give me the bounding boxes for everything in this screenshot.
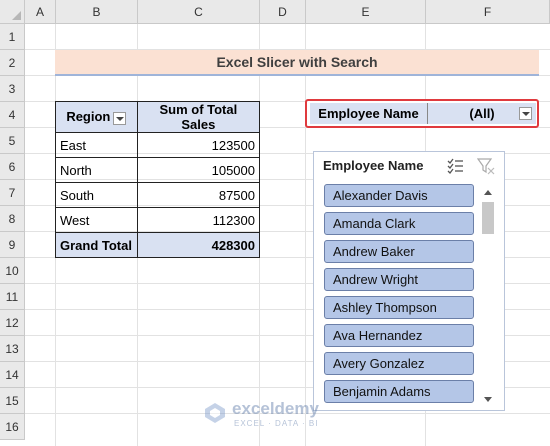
pivot-header-label: Region	[66, 109, 111, 125]
sales-cell[interactable]: 87500	[136, 182, 261, 208]
slicer-item[interactable]: Andrew Baker	[324, 240, 474, 263]
column-header-e[interactable]: E	[306, 0, 426, 24]
row-header[interactable]: 1	[0, 24, 25, 50]
row-label: 4	[8, 107, 16, 122]
column-header-a[interactable]: A	[25, 0, 56, 24]
row-label: 5	[8, 133, 16, 148]
row-label: 10	[5, 263, 19, 278]
row-header[interactable]: 13	[0, 336, 25, 362]
row-header[interactable]: 16	[0, 414, 25, 440]
row-header[interactable]: 6	[0, 154, 25, 180]
slicer-item[interactable]: Ava Hernandez	[324, 324, 474, 347]
employee-slicer[interactable]: Employee Name Alexander Davis Amanda Cla…	[313, 151, 505, 411]
pivot-header-sales[interactable]: Sum of Total Sales	[136, 101, 261, 133]
column-label: C	[194, 4, 203, 19]
row-header[interactable]: 12	[0, 310, 25, 336]
scroll-up-arrow-icon[interactable]	[484, 190, 492, 195]
row-label: 6	[8, 159, 16, 174]
column-label: D	[278, 4, 287, 19]
table-row: North 105000	[55, 157, 261, 183]
table-row: West 112300	[55, 207, 261, 233]
row-label: 15	[5, 393, 19, 408]
slicer-scrollbar[interactable]	[481, 186, 495, 404]
pivot-header-row: Region Sum of Total Sales	[55, 101, 261, 133]
row-label: 12	[5, 315, 19, 330]
row-header[interactable]: 9	[0, 232, 25, 258]
column-header-f[interactable]: F	[426, 0, 550, 24]
select-all-corner[interactable]	[0, 0, 25, 24]
slicer-item[interactable]: Ashley Thompson	[324, 296, 474, 319]
grand-total-label[interactable]: Grand Total	[55, 232, 138, 258]
grand-total-value[interactable]: 428300	[136, 232, 261, 258]
row-header[interactable]: 7	[0, 180, 25, 206]
scroll-down-arrow-icon[interactable]	[484, 397, 492, 402]
sales-cell[interactable]: 105000	[136, 157, 261, 183]
watermark-tagline: EXCEL · DATA · BI	[234, 419, 319, 428]
row-label: 11	[5, 289, 19, 304]
pivot-header-region[interactable]: Region	[55, 101, 138, 133]
column-header-c[interactable]: C	[138, 0, 260, 24]
slicer-item[interactable]: Andrew Wright	[324, 268, 474, 291]
watermark: exceldemy EXCEL · DATA · BI	[204, 398, 354, 432]
row-header[interactable]: 2	[0, 50, 25, 76]
row-label: 9	[8, 237, 16, 252]
slicer-title: Employee Name	[323, 158, 424, 173]
watermark-brand: exceldemy	[232, 399, 319, 418]
gridline	[305, 24, 306, 446]
slicer-item[interactable]: Alexander Davis	[324, 184, 474, 207]
grand-total-row: Grand Total 428300	[55, 232, 261, 258]
region-cell[interactable]: North	[55, 157, 138, 183]
sheet-title[interactable]: Excel Slicer with Search	[55, 50, 539, 76]
table-row: South 87500	[55, 182, 261, 208]
column-label: E	[361, 4, 370, 19]
sales-cell[interactable]: 123500	[136, 132, 261, 158]
row-label: 13	[5, 341, 19, 356]
column-label: F	[483, 4, 492, 19]
scroll-thumb[interactable]	[482, 202, 494, 234]
row-header[interactable]: 3	[0, 76, 25, 102]
sales-cell[interactable]: 112300	[136, 207, 261, 233]
exceldemy-logo-icon	[205, 403, 225, 423]
row-label: 7	[8, 185, 16, 200]
report-filter-label: Employee Name	[310, 103, 428, 124]
row-label: 2	[8, 55, 16, 70]
row-header[interactable]: 5	[0, 128, 25, 154]
employee-report-filter[interactable]: Employee Name (All)	[305, 99, 539, 128]
slicer-item[interactable]: Avery Gonzalez	[324, 352, 474, 375]
pivot-table[interactable]: Region Sum of Total Sales East 123500 No…	[55, 101, 261, 258]
row-header[interactable]: 10	[0, 258, 25, 284]
row-label: 16	[5, 419, 19, 434]
region-cell[interactable]: East	[55, 132, 138, 158]
row-label: 8	[8, 211, 16, 226]
clear-filter-icon[interactable]	[477, 157, 495, 175]
report-filter-dropdown-icon[interactable]	[519, 107, 532, 120]
row-label: 14	[5, 367, 19, 382]
region-filter-dropdown-icon[interactable]	[113, 111, 127, 125]
region-cell[interactable]: South	[55, 182, 138, 208]
slicer-item[interactable]: Amanda Clark	[324, 212, 474, 235]
column-label: B	[92, 4, 101, 19]
region-cell[interactable]: West	[55, 207, 138, 233]
row-header[interactable]: 15	[0, 388, 25, 414]
row-header[interactable]: 11	[0, 284, 25, 310]
column-header-b[interactable]: B	[56, 0, 138, 24]
column-header-d[interactable]: D	[260, 0, 306, 24]
row-header[interactable]: 8	[0, 206, 25, 232]
row-header[interactable]: 14	[0, 362, 25, 388]
row-label: 1	[8, 29, 16, 44]
table-row: East 123500	[55, 132, 261, 158]
multi-select-icon[interactable]	[446, 157, 464, 175]
column-label: A	[35, 4, 44, 19]
row-header[interactable]: 4	[0, 102, 25, 128]
row-label: 3	[8, 81, 16, 96]
